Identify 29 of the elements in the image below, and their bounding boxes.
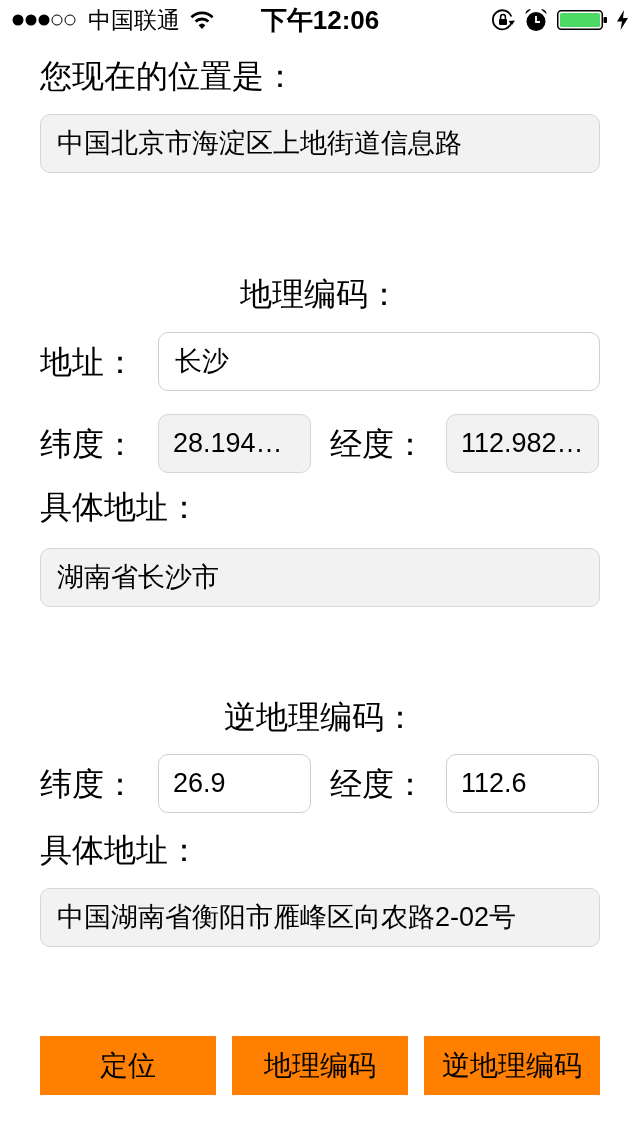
latitude-label: 纬度： xyxy=(40,424,136,464)
action-button[interactable]: 定位 xyxy=(40,1036,216,1095)
action-button[interactable]: 逆地理编码 xyxy=(424,1036,600,1095)
longitude-label: 经度： xyxy=(330,764,426,804)
location-field[interactable]: 中国北京市海淀区上地街道信息路 xyxy=(40,114,600,173)
section-heading: 逆地理编码： xyxy=(224,698,416,737)
rotation-lock-icon xyxy=(491,8,515,32)
longitude-field[interactable]: 112.6 xyxy=(446,754,599,813)
detail-address-field[interactable]: 湖南省长沙市 xyxy=(40,548,600,607)
location-label: 您现在的位置是： xyxy=(40,57,296,96)
action-button[interactable]: 地理编码 xyxy=(232,1036,408,1095)
address-label: 地址： xyxy=(40,342,136,382)
longitude-label: 经度： xyxy=(330,424,426,464)
status-time: 下午12:06 xyxy=(260,4,380,36)
longitude-field[interactable]: 112.982… xyxy=(446,414,599,473)
address-field[interactable]: 长沙 xyxy=(158,332,600,391)
latitude-field[interactable]: 26.9 xyxy=(158,754,311,813)
detail-address-label: 具体地址： xyxy=(40,831,200,870)
alarm-clock-icon xyxy=(525,9,547,31)
wifi-icon xyxy=(190,11,214,29)
detail-address-field[interactable]: 中国湖南省衡阳市雁峰区向农路2-02号 xyxy=(40,888,600,947)
battery-icon xyxy=(557,10,607,30)
carrier-name: 中国联通 xyxy=(88,6,180,34)
latitude-label: 纬度： xyxy=(40,764,136,804)
charging-bolt-icon xyxy=(617,10,628,30)
signal-strength-icon xyxy=(12,14,78,26)
detail-address-label: 具体地址： xyxy=(40,488,200,527)
latitude-field[interactable]: 28.194… xyxy=(158,414,311,473)
section-heading: 地理编码： xyxy=(240,275,400,314)
